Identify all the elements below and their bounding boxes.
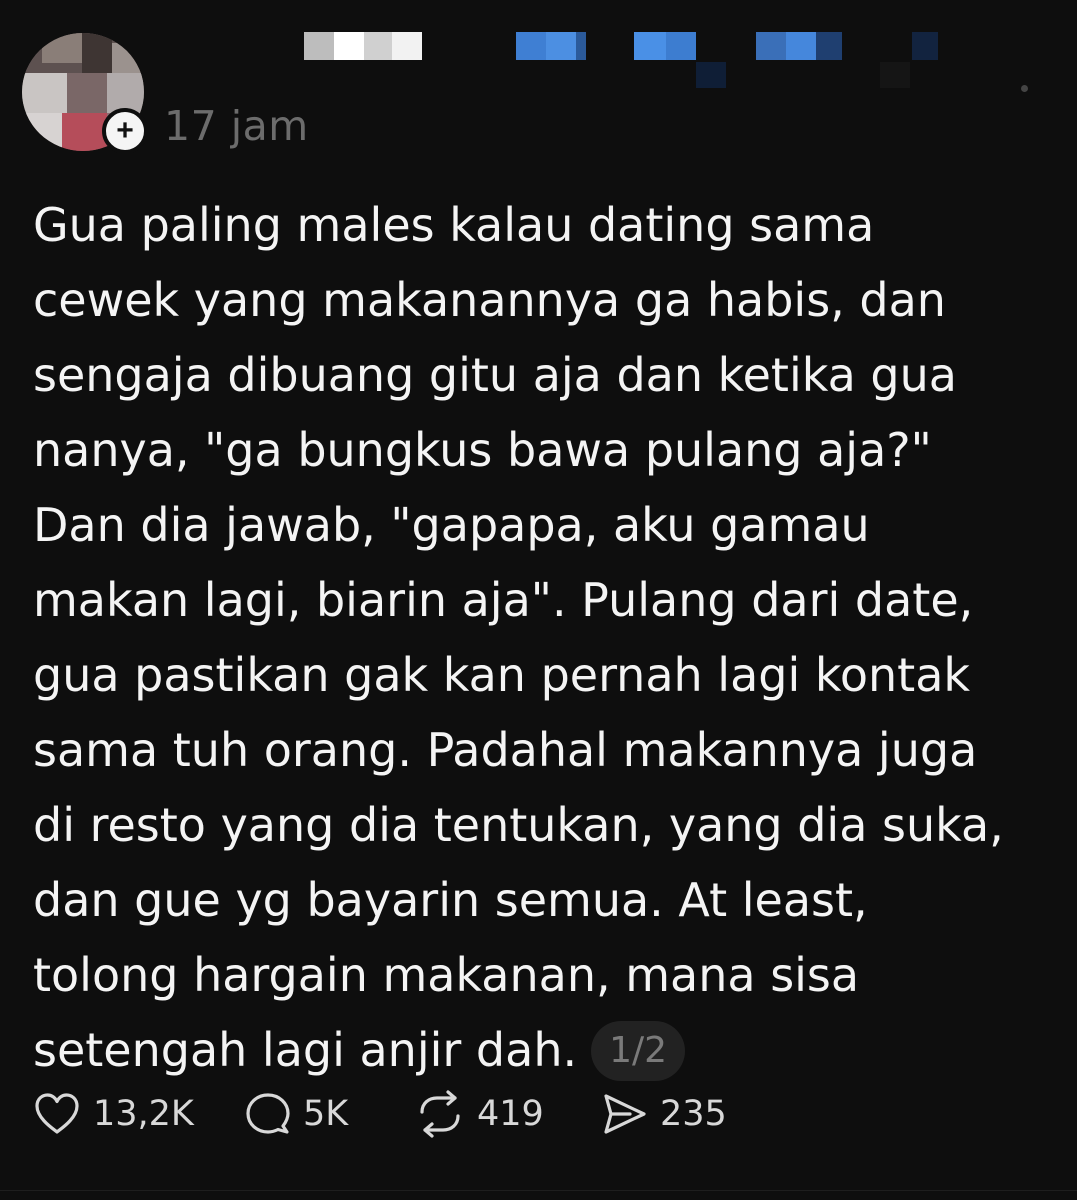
post-body-line: sengaja dibuang gitu aja dan ketika gua: [33, 348, 957, 402]
action-bar: 13,2K 5K 419 235: [33, 1082, 727, 1146]
post-body-line: Dan dia jawab, "gapapa, aku gamau: [33, 498, 870, 552]
more-dots-icon[interactable]: [1014, 78, 1034, 98]
post-body-line: makan lagi, biarin aja". Pulang dari dat…: [33, 573, 974, 627]
post-body-last-line: setengah lagi anjir dah. 1/2: [33, 1013, 1033, 1088]
like-count: 13,2K: [93, 1094, 194, 1134]
repost-count: 419: [477, 1094, 544, 1134]
reply-button[interactable]: 5K: [245, 1091, 415, 1137]
post-body-line: setengah lagi anjir dah.: [33, 1023, 578, 1077]
post-body-line: sama tuh orang. Padahal makannya juga: [33, 723, 978, 777]
like-button[interactable]: 13,2K: [33, 1092, 245, 1136]
share-count: 235: [660, 1094, 727, 1134]
repost-button[interactable]: 419: [415, 1090, 600, 1138]
thread-post: + 17 jam Gua paling males kalau dating s…: [0, 0, 1077, 1200]
post-body-line: dan gue yg bayarin semua. At least,: [33, 873, 868, 927]
repost-icon: [420, 1090, 460, 1138]
reply-count: 5K: [303, 1094, 349, 1134]
post-body-line: nanya, "ga bungkus bawa pulang aja?": [33, 423, 932, 477]
username[interactable]: [300, 28, 940, 90]
post-body-line: Gua paling males kalau dating sama: [33, 198, 875, 252]
post-body: Gua paling males kalau dating sama cewek…: [33, 188, 1033, 1088]
follow-plus-icon[interactable]: +: [102, 108, 148, 154]
post-body-line: cewek yang makanannya ga habis, dan: [33, 273, 946, 327]
divider: [0, 1190, 1077, 1191]
post-body-line: di resto yang dia tentukan, yang dia suk…: [33, 798, 1004, 852]
post-body-line: tolong hargain makanan, mana sisa: [33, 948, 860, 1002]
post-body-line: gua pastikan gak kan pernah lagi kontak: [33, 648, 971, 702]
post-timestamp: 17 jam: [164, 102, 309, 150]
send-icon: [604, 1094, 646, 1134]
heart-icon: [35, 1093, 79, 1134]
share-button[interactable]: 235: [600, 1092, 727, 1136]
speech-bubble-icon: [246, 1093, 290, 1134]
page-indicator[interactable]: 1/2: [591, 1021, 686, 1081]
